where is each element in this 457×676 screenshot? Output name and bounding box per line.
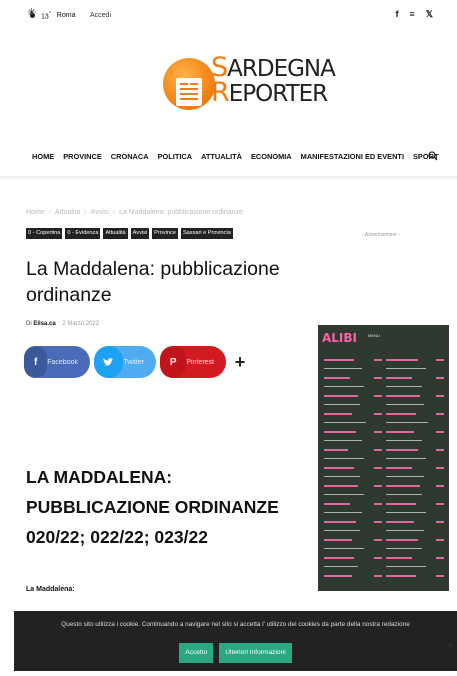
tag-sassari[interactable]: Sassari e Provincia [180,228,233,239]
nav-item-manifestazioni[interactable]: MANIFESTAZIONI ED EVENTI [301,152,404,161]
nav-item-attualita[interactable]: ATTUALITÀ [201,152,242,161]
advertisement-image[interactable]: ALIBI MENU [318,325,449,591]
cookie-message: Questo sito utilizza i cookie. Continuan… [61,621,410,628]
cookie-info-button[interactable]: Ulteriori Informazioni [219,643,292,663]
nav-item-economia[interactable]: ECONOMIA [251,152,292,161]
nav-item-province[interactable]: PROVINCE [63,152,102,161]
share-pinterest-button[interactable]: P Pinterest [160,346,226,378]
ad-menu-column-right [386,355,444,580]
main-nav: HOME PROVINCE CRONACA POLITICA ATTUALITÀ… [32,151,442,164]
breadcrumb-avvisi[interactable]: Avvisi [91,209,109,216]
breadcrumb-separator: › [48,209,52,216]
ad-board-subtitle: MENU [368,333,380,338]
breadcrumb-home[interactable]: Home [26,209,45,216]
login-link[interactable]: Accedi [90,12,111,19]
nav-item-cronaca[interactable]: CRONACA [111,152,149,161]
weather-city: Roma [56,12,76,20]
temperature: 13° [41,11,51,21]
logo-wordmark: SARDEGNA REPORTER [211,52,336,108]
logo-circle [163,58,215,110]
tag-avvisi[interactable]: Avvisi [130,228,150,239]
ad-menu-column-left [324,355,382,580]
weather-widget: 13° Roma [27,8,76,21]
author-prefix: Di [26,321,32,327]
breadcrumb-current: La Maddalena: pubblicazione ordinanze [119,209,243,216]
breadcrumb-separator: › [112,209,116,216]
sun-icon [27,8,37,20]
facebook-icon: f [24,346,48,378]
newspaper-icon [176,78,202,106]
share-more-button[interactable]: + [230,346,250,378]
facebook-icon[interactable]: f [395,9,398,20]
article-subheading: La Maddalena: [26,586,75,593]
share-facebook-button[interactable]: f Facebook [24,346,90,378]
pinterest-icon: P [160,346,187,378]
category-tags: 0 - Copertina 0 - Evidenza Attualità Avv… [26,228,233,239]
breadcrumb-attualita[interactable]: Attualità [55,209,80,216]
social-links: f ≡ 𝕏 [395,9,433,20]
ad-board-title: ALIBI [322,331,358,345]
cookie-actions: Accetto Ulteriori Informazioni [14,643,457,663]
tag-copertina[interactable]: 0 - Copertina [26,228,63,239]
nav-item-politica[interactable]: POLITICA [158,152,193,161]
twitter-icon [94,346,124,378]
top-bar: 13° Roma Accedi f ≡ 𝕏 [0,0,457,30]
tag-attualita[interactable]: Attualità [103,228,128,239]
twitter-icon[interactable]: 𝕏 [426,9,433,20]
tag-evidenza[interactable]: 0 - Evidenza [65,228,101,239]
tag-province[interactable]: Province [152,228,178,239]
advertisement-label: - Advertisement - [362,232,400,238]
cookie-banner: Questo sito utilizza i cookie. Continuan… [14,611,457,671]
share-buttons: f Facebook Twitter P Pinterest + [24,346,250,378]
search-icon[interactable] [428,151,438,164]
breadcrumb-separator: › [84,209,87,216]
breadcrumb: Home › Attualità › Avvisi › La Maddalena… [26,209,243,216]
author-link[interactable]: Elisa.ca [33,321,55,327]
share-twitter-button[interactable]: Twitter [94,346,156,378]
article-title: La Maddalena: pubblicazione ordinanze [26,258,280,306]
nav-item-home[interactable]: HOME [32,152,54,161]
cookie-accept-button[interactable]: Accetto [179,643,214,663]
rss-icon[interactable]: ≡ [409,9,414,20]
article-meta: Di Elisa.ca 2 Marzo 2022 [26,321,99,327]
nav-divider [0,176,457,181]
publish-date: 2 Marzo 2022 [62,321,100,327]
site-logo[interactable]: SARDEGNA REPORTER [163,50,336,122]
article-heading: LA MADDALENA: PUBBLICAZIONE ORDINANZE 02… [26,467,279,547]
close-icon[interactable]: × [448,641,453,650]
